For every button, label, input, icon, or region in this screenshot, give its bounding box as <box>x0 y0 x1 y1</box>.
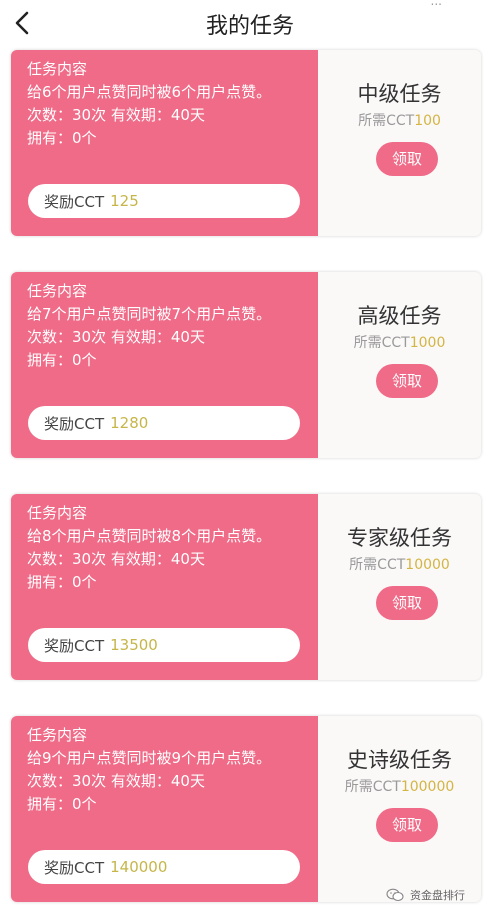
task-requirement: 所需CCT100 <box>318 110 481 130</box>
task-level: 中级任务 <box>357 82 442 106</box>
task-owned: 拥有：0个 <box>27 129 97 147</box>
reward-label: 奖励CCT <box>44 858 105 877</box>
reward-amount: 13500 <box>110 636 158 654</box>
reward-amount: 140000 <box>110 858 168 876</box>
reward-pill: 奖励CCT 140000 <box>28 850 300 884</box>
task-requirement: 所需CCT10000 <box>318 554 481 574</box>
header: 我的任务 ... <box>0 0 500 46</box>
watermark: 资金盘排行 <box>386 887 465 903</box>
claim-button[interactable]: 领取 <box>376 364 438 398</box>
task-action-panel: 史诗级任务 所需CCT100000 领取 <box>318 716 481 902</box>
task-requirement: 所需CCT100000 <box>318 776 481 796</box>
task-description-text: 给8个用户点赞同时被8个用户点赞。 <box>27 527 272 545</box>
reward-amount: 125 <box>110 192 139 210</box>
req-label: 所需CCT <box>358 113 415 129</box>
task-description-text: 给7个用户点赞同时被7个用户点赞。 <box>27 305 272 323</box>
reward-label: 奖励CCT <box>44 192 105 211</box>
task-action-panel: 中级任务 所需CCT100 领取 <box>318 50 481 236</box>
task-content-label: 任务内容 <box>27 504 88 522</box>
task-description-text: 给6个用户点赞同时被6个用户点赞。 <box>27 83 272 101</box>
reward-label: 奖励CCT <box>44 414 105 433</box>
task-count-validity: 次数：30次 有效期：40天 <box>27 772 205 790</box>
claim-button[interactable]: 领取 <box>376 142 438 176</box>
task-action-panel: 专家级任务 所需CCT10000 领取 <box>318 494 481 680</box>
task-count-validity: 次数：30次 有效期：40天 <box>27 106 205 124</box>
req-amount: 10000 <box>405 557 450 573</box>
wechat-icon <box>386 888 404 902</box>
reward-amount: 1280 <box>110 414 149 432</box>
req-amount: 100000 <box>400 779 455 795</box>
req-label: 所需CCT <box>349 557 406 573</box>
task-info-panel: 任务内容 给9个用户点赞同时被9个用户点赞。 次数：30次 有效期：40天 拥有… <box>11 716 318 902</box>
task-count-validity: 次数：30次 有效期：40天 <box>27 328 205 346</box>
req-amount: 1000 <box>409 335 446 351</box>
task-content-label: 任务内容 <box>27 726 88 744</box>
req-label: 所需CCT <box>353 335 410 351</box>
task-owned: 拥有：0个 <box>27 795 97 813</box>
task-level: 史诗级任务 <box>347 748 452 772</box>
task-action-panel: 高级任务 所需CCT1000 领取 <box>318 272 481 458</box>
task-count-validity: 次数：30次 有效期：40天 <box>27 550 205 568</box>
task-card: 任务内容 给9个用户点赞同时被9个用户点赞。 次数：30次 有效期：40天 拥有… <box>11 716 481 902</box>
task-card: 任务内容 给6个用户点赞同时被6个用户点赞。 次数：30次 有效期：40天 拥有… <box>11 50 481 236</box>
task-description-text: 给9个用户点赞同时被9个用户点赞。 <box>27 749 272 767</box>
task-level: 高级任务 <box>357 304 442 328</box>
task-owned: 拥有：0个 <box>27 573 97 591</box>
reward-pill: 奖励CCT 1280 <box>28 406 300 440</box>
task-description: 任务内容 给8个用户点赞同时被8个用户点赞。 次数：30次 有效期：40天 拥有… <box>27 502 307 594</box>
task-requirement: 所需CCT1000 <box>318 332 481 352</box>
claim-button[interactable]: 领取 <box>376 586 438 620</box>
task-card: 任务内容 给7个用户点赞同时被7个用户点赞。 次数：30次 有效期：40天 拥有… <box>11 272 481 458</box>
task-info-panel: 任务内容 给8个用户点赞同时被8个用户点赞。 次数：30次 有效期：40天 拥有… <box>11 494 318 680</box>
reward-pill: 奖励CCT 13500 <box>28 628 300 662</box>
req-amount: 100 <box>414 113 441 129</box>
task-card: 任务内容 给8个用户点赞同时被8个用户点赞。 次数：30次 有效期：40天 拥有… <box>11 494 481 680</box>
watermark-text: 资金盘排行 <box>410 889 465 902</box>
claim-button[interactable]: 领取 <box>376 808 438 842</box>
task-description: 任务内容 给6个用户点赞同时被6个用户点赞。 次数：30次 有效期：40天 拥有… <box>27 58 307 150</box>
task-content-label: 任务内容 <box>27 60 88 78</box>
task-description: 任务内容 给7个用户点赞同时被7个用户点赞。 次数：30次 有效期：40天 拥有… <box>27 280 307 372</box>
task-description: 任务内容 给9个用户点赞同时被9个用户点赞。 次数：30次 有效期：40天 拥有… <box>27 724 307 816</box>
task-level: 专家级任务 <box>347 526 452 550</box>
task-info-panel: 任务内容 给7个用户点赞同时被7个用户点赞。 次数：30次 有效期：40天 拥有… <box>11 272 318 458</box>
task-info-panel: 任务内容 给6个用户点赞同时被6个用户点赞。 次数：30次 有效期：40天 拥有… <box>11 50 318 236</box>
req-label: 所需CCT <box>344 779 401 795</box>
task-content-label: 任务内容 <box>27 282 88 300</box>
page-title: 我的任务 <box>205 14 294 39</box>
task-owned: 拥有：0个 <box>27 351 97 369</box>
reward-label: 奖励CCT <box>44 636 105 655</box>
reward-pill: 奖励CCT 125 <box>28 184 300 218</box>
top-dots: ... <box>430 0 442 8</box>
